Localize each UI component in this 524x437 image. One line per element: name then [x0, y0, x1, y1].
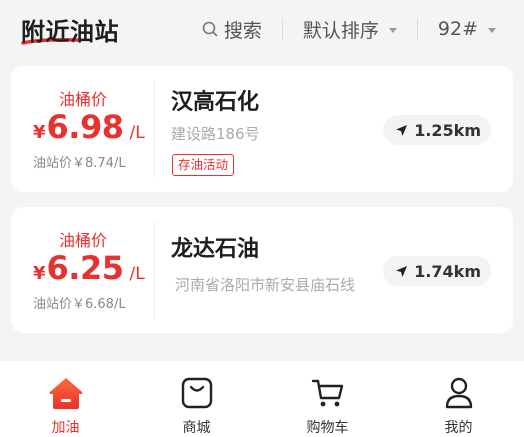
station-address: 河南省洛阳市新安县庙石线: [175, 276, 356, 294]
station-address: 建设路186号: [171, 125, 260, 143]
navigation-arrow-icon: [396, 265, 408, 277]
barrel-price-label: 油桶价: [59, 90, 108, 109]
sort-label: 默认排序: [302, 19, 379, 42]
chevron-down-icon: [388, 27, 397, 33]
shop-icon: [179, 375, 215, 410]
promo-badge: 存油活动: [172, 154, 235, 176]
price-unit: /L: [129, 123, 145, 143]
distance-button[interactable]: 1.25km: [383, 115, 491, 145]
distance-value: 1.74km: [414, 261, 481, 281]
toolbar-divider: [281, 18, 283, 40]
chevron-down-icon: [488, 27, 496, 33]
station-card[interactable]: 油桶价 ¥ 6.98 /L 油站价￥8.74/L 汉高石化 建设路186号 存油…: [11, 66, 513, 192]
header: 附近油站 搜索 默认排序 92#: [0, 0, 524, 58]
price-unit: /L: [129, 264, 145, 284]
currency-symbol: ¥: [33, 263, 46, 284]
station-price: 油站价￥8.74/L: [33, 156, 126, 171]
navigation-arrow-icon: [396, 124, 408, 136]
sort-dropdown[interactable]: 默认排序: [303, 16, 397, 43]
nav-label: 商城: [182, 420, 211, 436]
bottom-nav: 加油 商城 购物车 我的: [0, 361, 524, 437]
barrel-price-label: 油桶价: [59, 231, 108, 250]
nav-label: 我的: [444, 420, 473, 436]
distance-button[interactable]: 1.74km: [383, 256, 491, 286]
station-name: 龙达石油: [171, 237, 260, 262]
station-card[interactable]: 油桶价 ¥ 6.25 /L 油站价￥6.68/L 龙达石油 河南省洛阳市新安县庙…: [11, 207, 513, 333]
nav-label: 购物车: [306, 420, 349, 436]
card-divider: [154, 221, 155, 319]
nav-item-cart[interactable]: 购物车: [262, 361, 393, 437]
toolbar: 搜索 默认排序 92#: [202, 14, 496, 44]
search-button[interactable]: 搜索: [202, 16, 262, 43]
nav-item-refuel[interactable]: 加油: [0, 361, 131, 437]
currency-symbol: ¥: [33, 122, 46, 143]
nav-item-profile[interactable]: 我的: [393, 361, 524, 437]
fuel-type-dropdown[interactable]: 92#: [438, 18, 496, 40]
barrel-price: ¥ 6.98 /L: [33, 108, 145, 146]
page-title: 附近油站: [21, 18, 119, 46]
nav-label: 加油: [51, 420, 80, 436]
fuel-type-label: 92#: [437, 18, 478, 40]
price-column: 油桶价 ¥ 6.98 /L 油站价￥8.74/L: [11, 66, 154, 192]
station-name: 汉高石化: [171, 90, 260, 115]
cart-icon: [310, 375, 346, 410]
price-column: 油桶价 ¥ 6.25 /L 油站价￥6.68/L: [11, 207, 154, 333]
user-icon: [441, 375, 477, 410]
search-label: 搜索: [223, 19, 262, 42]
barrel-price: ¥ 6.25 /L: [33, 249, 145, 287]
price-value: 6.25: [46, 249, 124, 287]
nav-item-shop[interactable]: 商城: [131, 361, 262, 437]
home-icon: [48, 375, 84, 410]
toolbar-divider: [416, 18, 418, 40]
card-divider: [154, 80, 155, 178]
station-price: 油站价￥6.68/L: [33, 297, 126, 312]
distance-value: 1.25km: [414, 120, 481, 140]
price-value: 6.98: [46, 108, 124, 146]
search-icon: [202, 21, 218, 37]
